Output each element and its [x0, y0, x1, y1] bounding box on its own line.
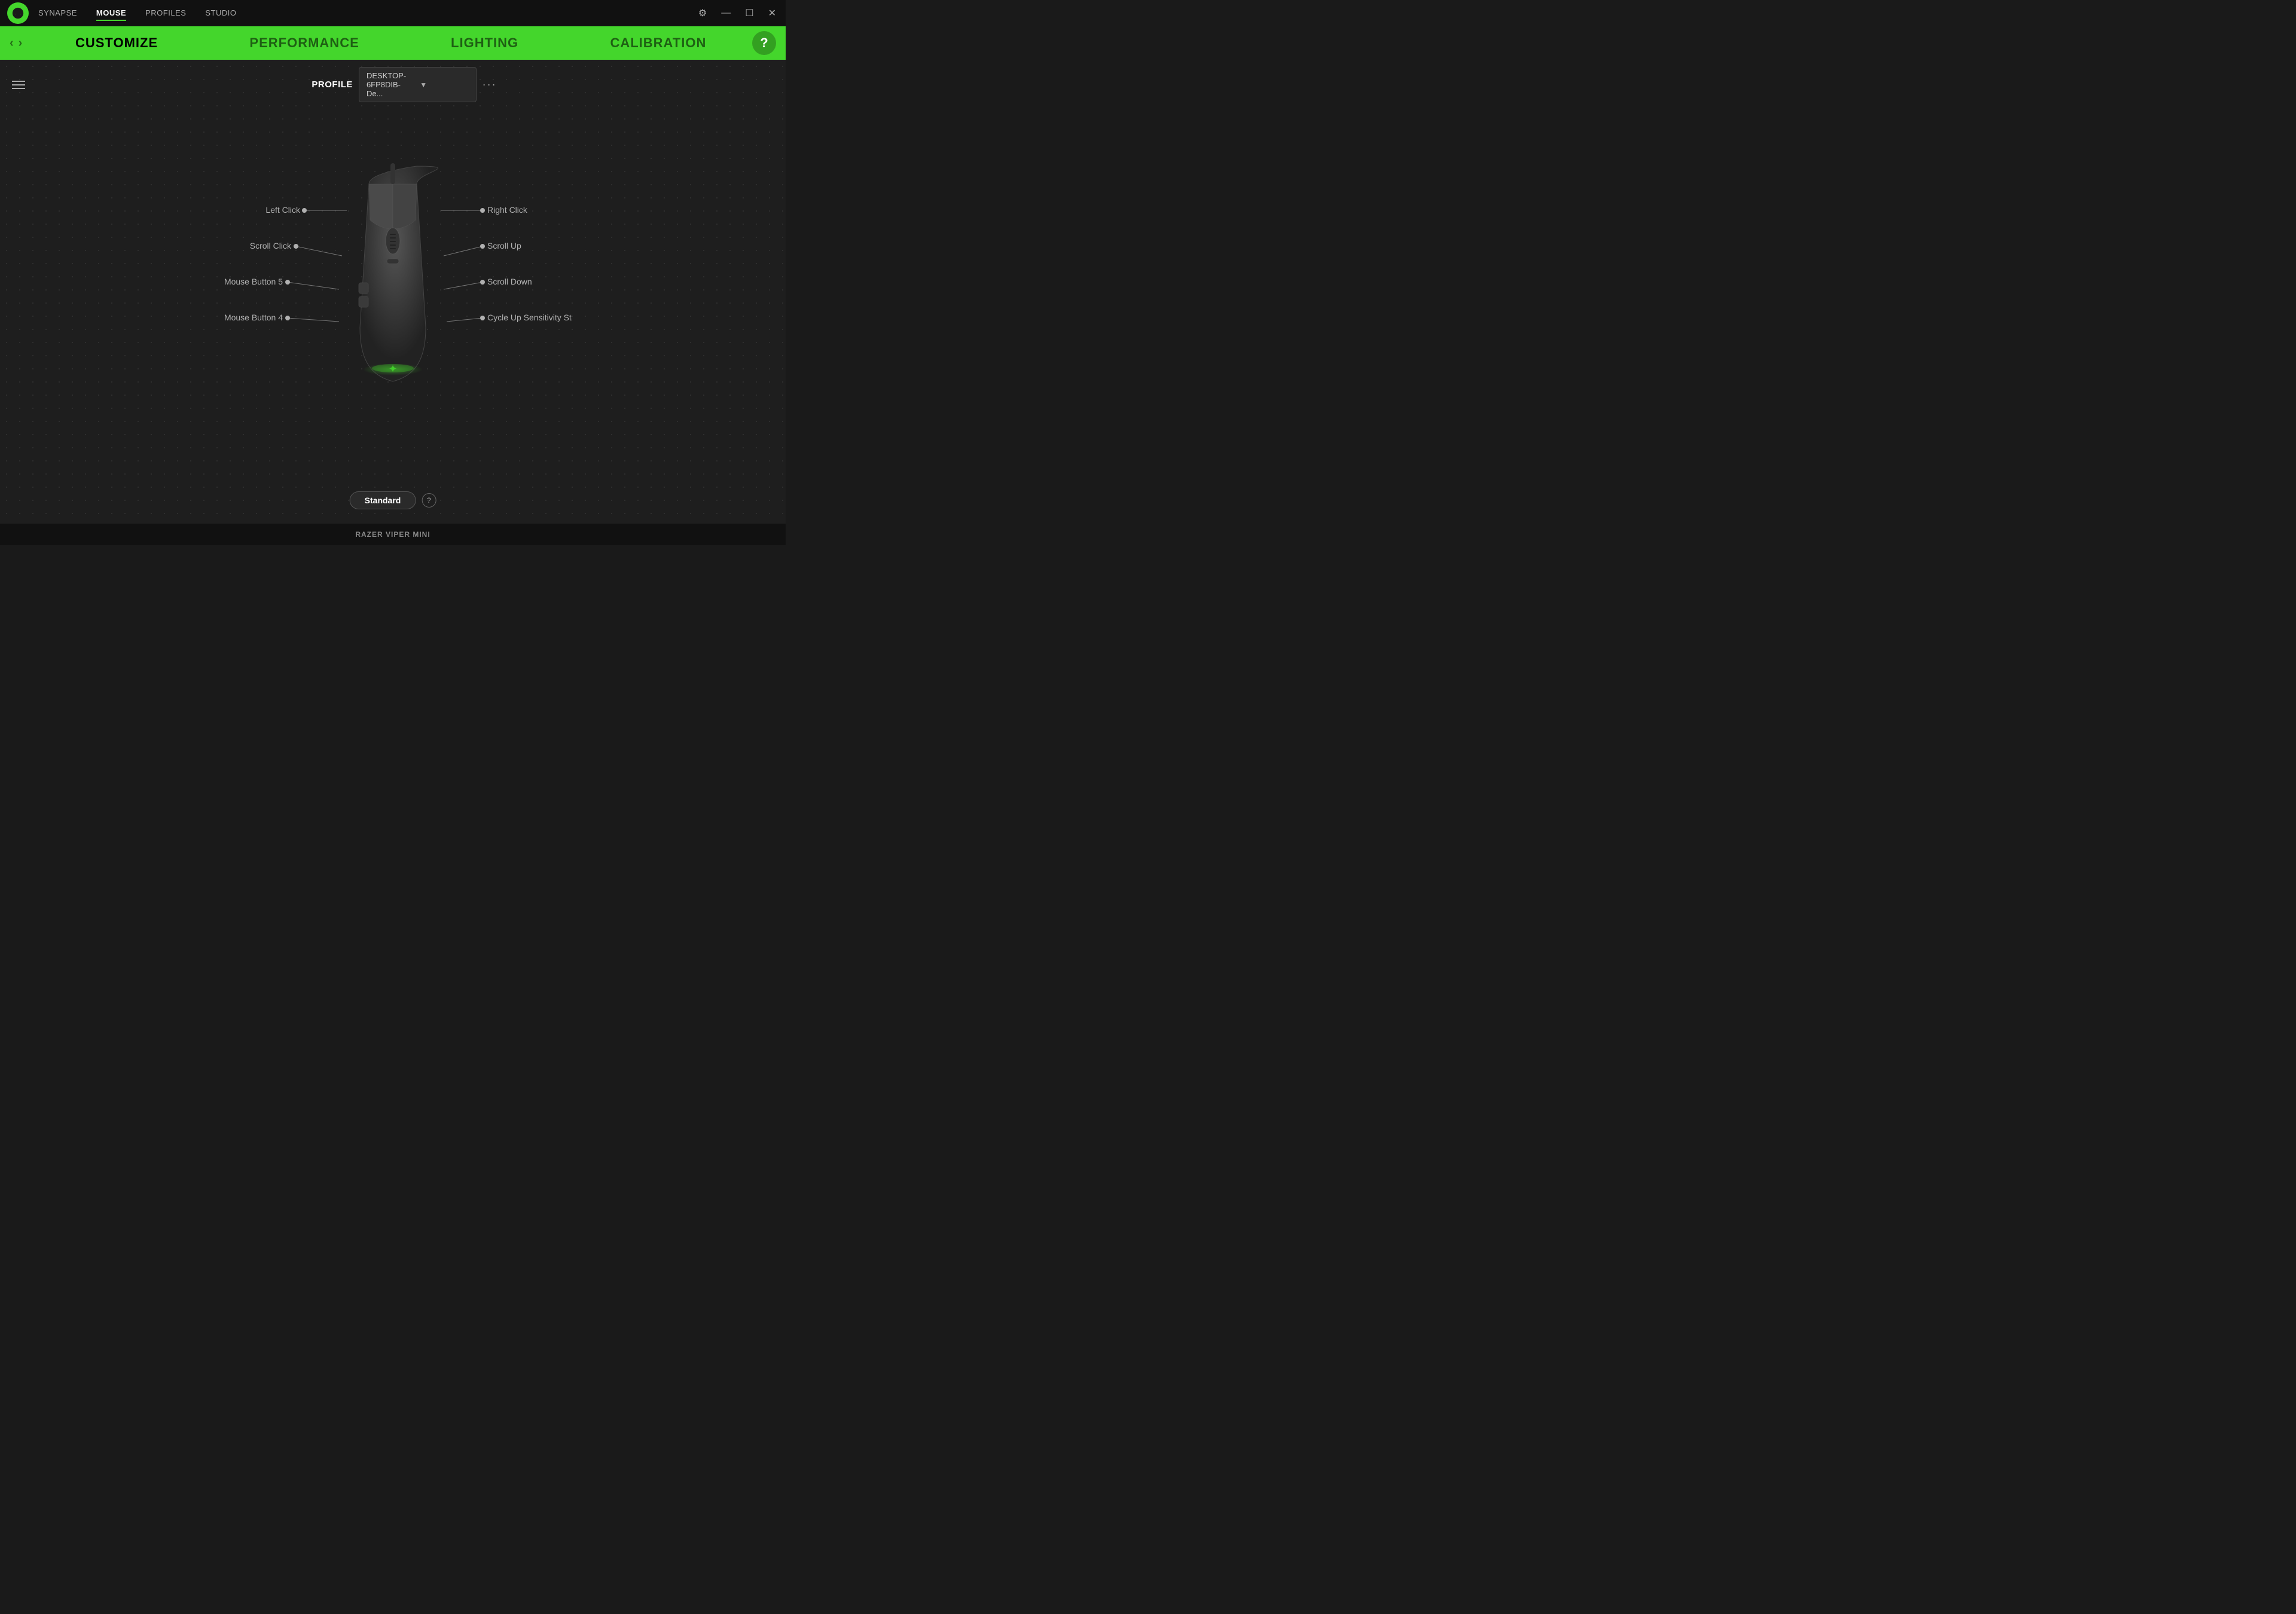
standard-button[interactable]: Standard: [350, 491, 416, 509]
svg-text:Scroll Down: Scroll Down: [487, 277, 532, 286]
nav-mouse[interactable]: MOUSE: [96, 6, 126, 21]
tab-list: CUSTOMIZE PERFORMANCE LIGHTING CALIBRATI…: [29, 30, 752, 56]
standard-help-button[interactable]: ?: [422, 493, 436, 508]
profile-value: DESKTOP-6FP8DIB-De...: [367, 71, 415, 98]
mouse-container: Left Click Scroll Click Mouse Button 5 M…: [213, 136, 572, 447]
help-button[interactable]: ?: [752, 31, 776, 55]
minimize-icon[interactable]: —: [719, 5, 733, 21]
close-icon[interactable]: ✕: [766, 5, 778, 22]
svg-text:Mouse Button 4: Mouse Button 4: [224, 313, 283, 322]
settings-icon[interactable]: ⚙: [696, 5, 709, 22]
tab-arrows: ‹ ›: [10, 36, 22, 50]
svg-text:Left Click: Left Click: [265, 205, 301, 215]
dropdown-arrow: ▼: [420, 81, 468, 89]
tab-lighting[interactable]: LIGHTING: [441, 30, 528, 56]
titlebar: SYNAPSE MOUSE PROFILES STUDIO ⚙ — ☐ ✕: [0, 0, 786, 26]
svg-text:Right Click: Right Click: [487, 205, 528, 215]
tabbar: ‹ › CUSTOMIZE PERFORMANCE LIGHTING CALIB…: [0, 26, 786, 60]
svg-text:Cycle Up Sensitivity Stages: Cycle Up Sensitivity Stages: [487, 313, 572, 322]
nav-profiles[interactable]: PROFILES: [145, 6, 186, 21]
tab-prev-arrow[interactable]: ‹: [10, 36, 14, 50]
tab-performance[interactable]: PERFORMANCE: [240, 30, 368, 56]
device-name: RAZER VIPER MINI: [355, 530, 430, 539]
svg-text:Mouse Button 5: Mouse Button 5: [224, 277, 283, 286]
app-logo: [7, 2, 29, 24]
nav-synapse[interactable]: SYNAPSE: [38, 6, 77, 21]
tab-next-arrow[interactable]: ›: [19, 36, 23, 50]
connector-svg: Left Click Scroll Click Mouse Button 5 M…: [213, 136, 572, 447]
hamburger-menu[interactable]: [12, 81, 25, 89]
window-controls: ⚙ — ☐ ✕: [696, 5, 778, 22]
svg-text:Scroll Click: Scroll Click: [250, 241, 292, 250]
standard-section: Standard ?: [350, 491, 436, 509]
mouse-diagram: Left Click Scroll Click Mouse Button 5 M…: [0, 96, 786, 488]
profile-more-options[interactable]: ···: [483, 78, 497, 91]
tab-customize[interactable]: CUSTOMIZE: [66, 30, 167, 56]
main-content: PROFILE DESKTOP-6FP8DIB-De... ▼ ··· Left…: [0, 60, 786, 524]
titlebar-nav: SYNAPSE MOUSE PROFILES STUDIO: [38, 6, 696, 21]
svg-text:Scroll Up: Scroll Up: [487, 241, 521, 250]
maximize-icon[interactable]: ☐: [743, 5, 756, 22]
nav-studio[interactable]: STUDIO: [205, 6, 236, 21]
profile-label: PROFILE: [312, 80, 353, 90]
svg-text:✦: ✦: [388, 363, 397, 375]
tab-calibration[interactable]: CALIBRATION: [600, 30, 716, 56]
statusbar: RAZER VIPER MINI: [0, 524, 786, 545]
